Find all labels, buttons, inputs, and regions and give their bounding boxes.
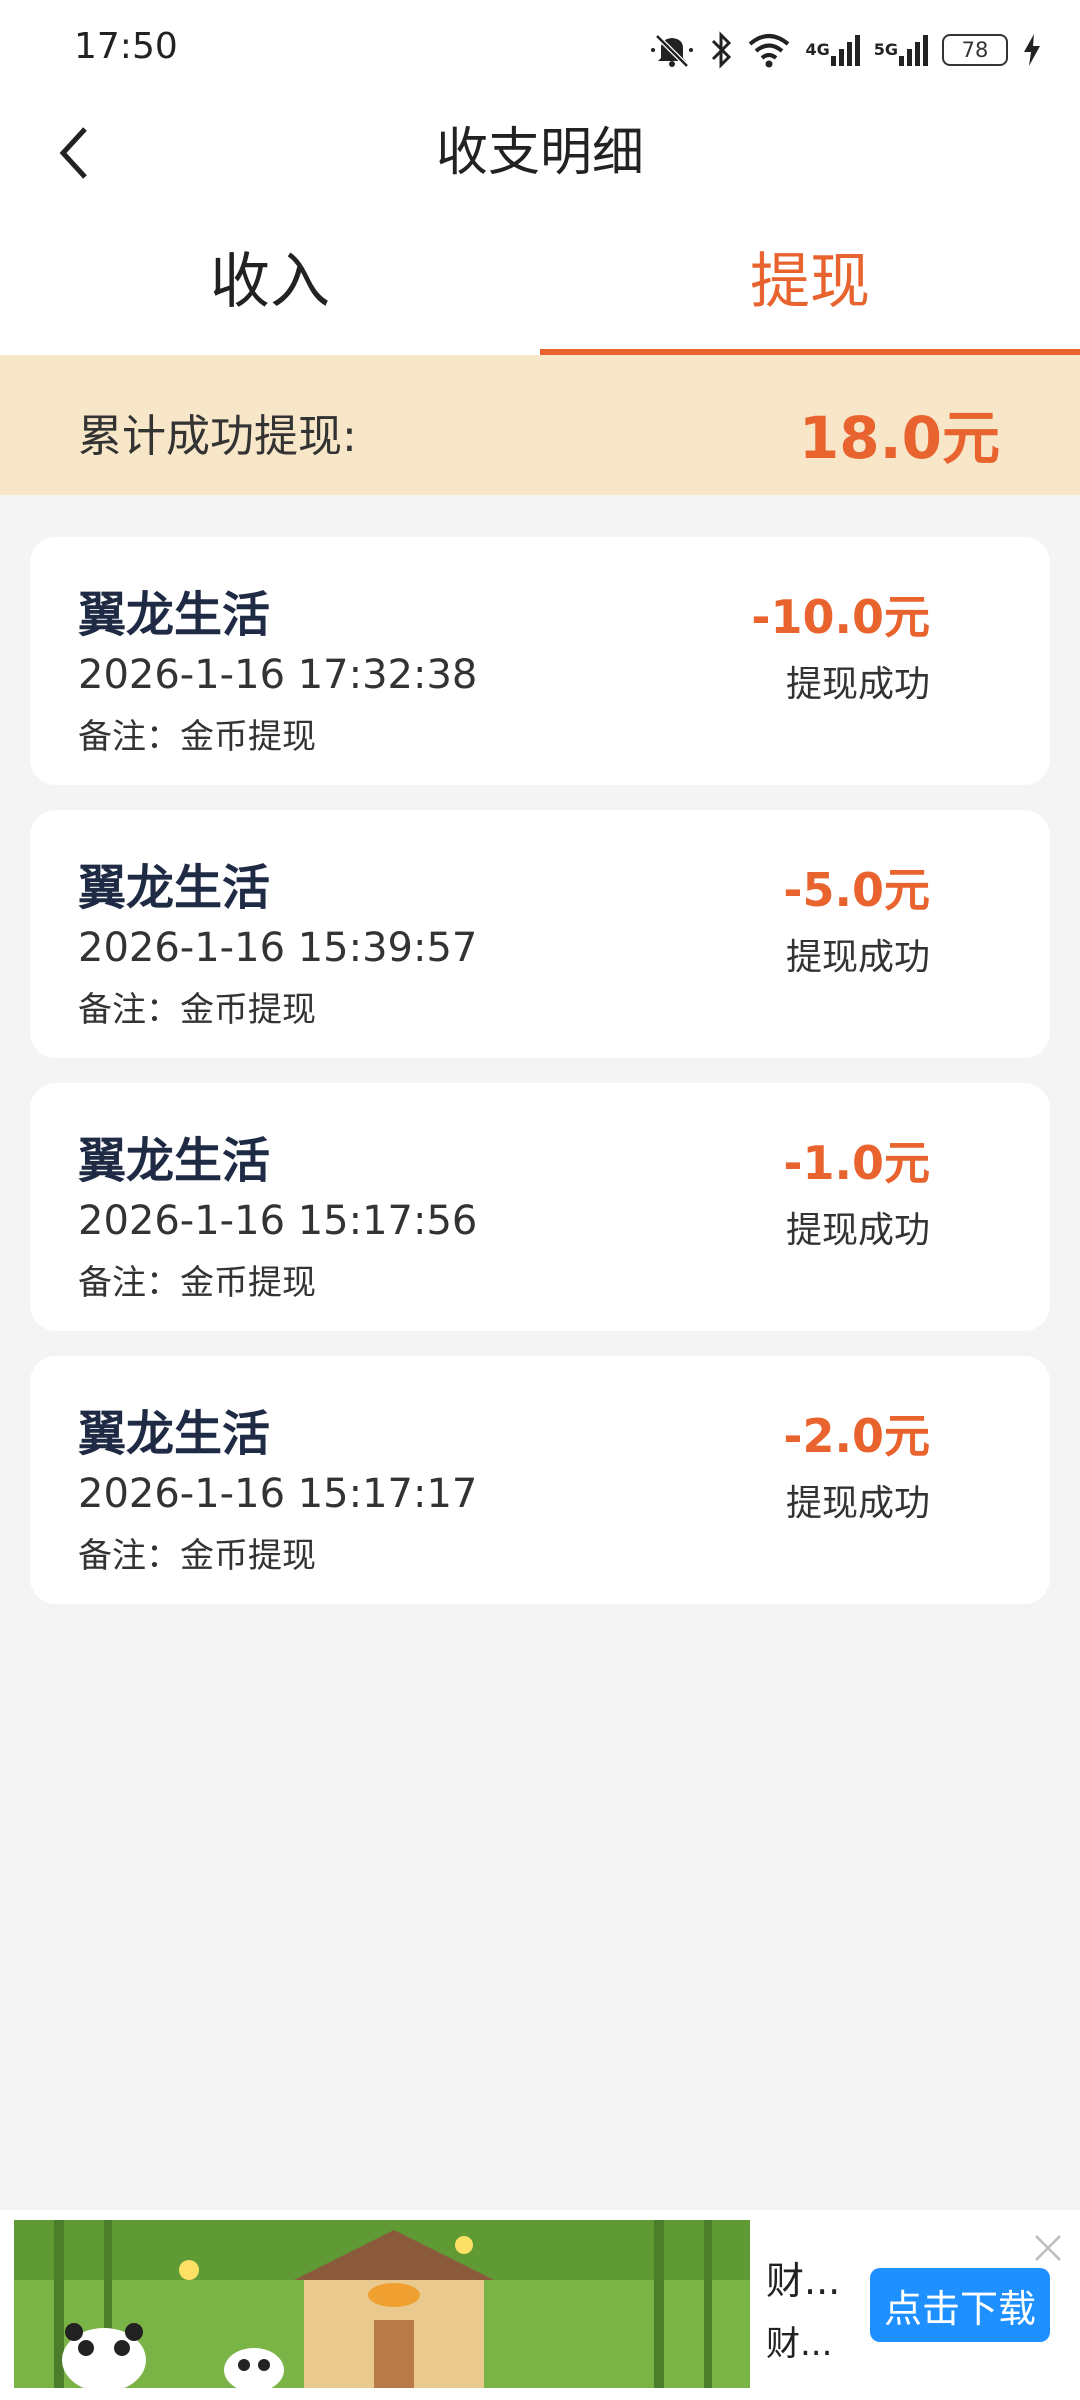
list-item: 翼龙生活 2026-1-16 15:17:17 备注：金币提现 -2.0元 提现… (30, 1356, 1050, 1604)
bluetooth-icon (709, 31, 733, 69)
mute-bell-icon (649, 30, 695, 70)
record-amount: -1.0元 (783, 1136, 930, 1190)
record-note: 备注：金币提现 (78, 990, 316, 1030)
status-time: 17:50 (74, 26, 178, 67)
wifi-icon (747, 32, 791, 68)
record-note: 备注：金币提现 (78, 1263, 316, 1303)
ad-subtitle: 财... (766, 2324, 833, 2364)
record-time: 2026-1-16 15:39:57 (78, 925, 478, 971)
record-time: 2026-1-16 15:17:17 (78, 1471, 478, 1517)
record-note: 备注：金币提现 (78, 1536, 316, 1576)
record-name: 翼龙生活 (78, 587, 271, 643)
record-name: 翼龙生活 (78, 860, 271, 916)
ad-banner[interactable]: 财... 财... 点击下载 (0, 2210, 1080, 2400)
record-amount: -5.0元 (783, 863, 930, 917)
summary-value: 18.0元 (798, 404, 1000, 472)
record-name: 翼龙生活 (78, 1133, 271, 1189)
list-item: 翼龙生活 2026-1-16 17:32:38 备注：金币提现 -10.0元 提… (30, 537, 1050, 785)
list-item: 翼龙生活 2026-1-16 15:39:57 备注：金币提现 -5.0元 提现… (30, 810, 1050, 1058)
page-title: 收支明细 (435, 123, 644, 183)
withdraw-summary: 累计成功提现: 18.0元 (0, 355, 1080, 495)
record-status: 提现成功 (785, 1210, 930, 1251)
status-bar: 17:50 4G 5G 78 (0, 0, 1080, 100)
battery-icon: 78 (942, 34, 1008, 66)
record-status: 提现成功 (785, 937, 930, 978)
record-amount: -2.0元 (783, 1409, 930, 1463)
status-icons: 4G 5G 78 (649, 26, 1042, 74)
record-note: 备注：金币提现 (78, 717, 316, 757)
record-name: 翼龙生活 (78, 1406, 271, 1462)
tab-withdraw[interactable]: 提现 (540, 210, 1080, 355)
summary-label: 累计成功提现: (78, 411, 357, 462)
record-status: 提现成功 (785, 664, 930, 705)
list-item: 翼龙生活 2026-1-16 15:17:56 备注：金币提现 -1.0元 提现… (30, 1083, 1050, 1331)
record-time: 2026-1-16 17:32:38 (78, 652, 478, 698)
close-icon[interactable] (1030, 2230, 1066, 2266)
ad-image[interactable] (14, 2220, 750, 2388)
withdraw-list: 翼龙生活 2026-1-16 17:32:38 备注：金币提现 -10.0元 提… (30, 537, 1050, 1629)
download-button[interactable]: 点击下载 (870, 2268, 1050, 2342)
signal-5g-icon: 5G (874, 32, 928, 68)
tab-income[interactable]: 收入 (0, 210, 540, 355)
record-amount: -10.0元 (751, 590, 930, 644)
signal-4g-icon: 4G (805, 32, 860, 68)
header: 收支明细 (0, 100, 1080, 210)
charging-icon (1022, 32, 1042, 68)
tab-bar: 收入 提现 (0, 210, 1080, 355)
record-time: 2026-1-16 15:17:56 (78, 1198, 478, 1244)
record-status: 提现成功 (785, 1483, 930, 1524)
ad-title: 财... (766, 2259, 841, 2303)
